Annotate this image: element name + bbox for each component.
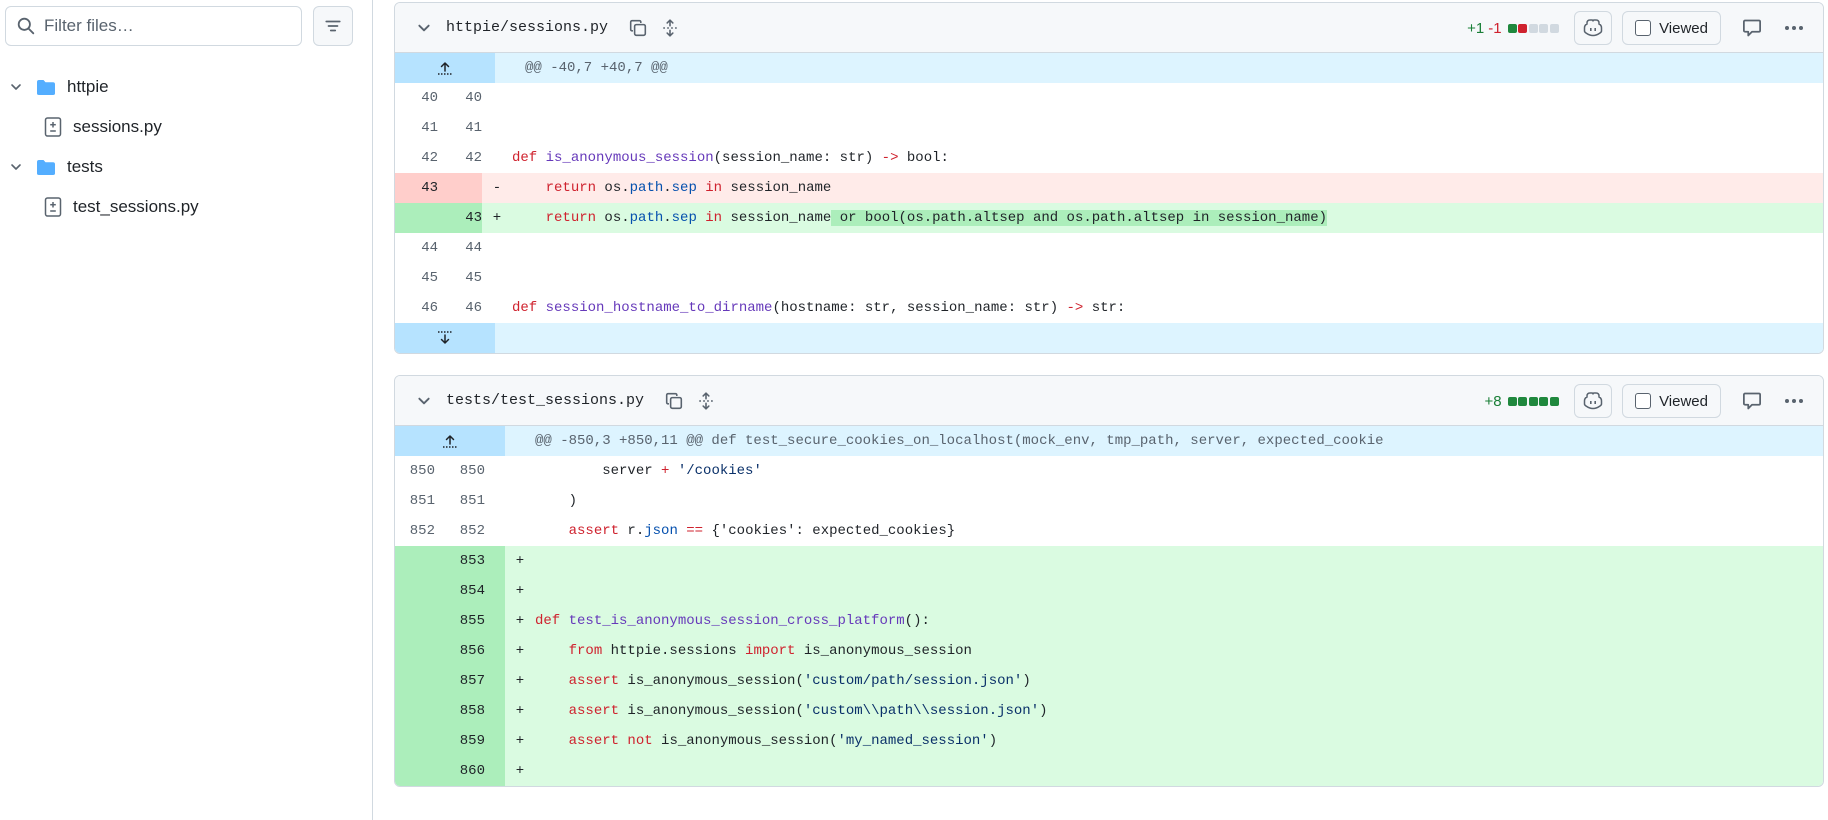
diff-line-added: 857 + assert is_anonymous_session('custo… [395, 666, 1823, 696]
diff-line-added: 43 + return os.path.sep in session_name … [395, 203, 1823, 233]
filter-options-button[interactable] [313, 6, 353, 46]
code-text: return os.path.sep in session_name or bo… [545, 210, 1327, 226]
copilot-button[interactable] [1574, 384, 1613, 418]
file-diff-sessions: httpie/sessions.py +1 -1 Viewed @@ -40,7… [394, 2, 1824, 354]
deletions-count: -1 [1488, 19, 1502, 37]
filter-icon [325, 20, 341, 32]
file-header-actions: +8 Viewed [1484, 376, 1823, 426]
additions-count: +1 [1467, 19, 1485, 37]
copy-icon[interactable] [660, 387, 688, 415]
comment-icon[interactable] [1735, 384, 1769, 418]
viewed-label: Viewed [1659, 19, 1708, 37]
collapse-chevron-icon[interactable] [412, 389, 436, 413]
folder-icon [36, 79, 56, 96]
code-text: assert is_anonymous_session('custom\\pat… [568, 703, 1048, 719]
diff-stat-blocks [1507, 396, 1561, 406]
code-text: def test_is_anonymous_session_cross_plat… [535, 613, 930, 629]
code-text: assert is_anonymous_session('custom/path… [568, 673, 1031, 689]
file-diff-icon [44, 197, 62, 217]
diff-line: 41 41 [421, 120, 482, 136]
tree-folder-httpie[interactable]: httpie [8, 70, 109, 104]
viewed-toggle[interactable]: Viewed [1622, 384, 1721, 418]
diff-line-added: 860 + [395, 756, 1823, 786]
code-text: ) [535, 493, 578, 509]
file-tree-sidebar: httpie sessions.py tests test_sessions.p… [0, 0, 373, 820]
diff-stat: +1 -1 [1467, 20, 1560, 37]
code-text: assert not is_anonymous_session('my_name… [568, 733, 998, 749]
code-text: assert r.json == {'cookies': expected_co… [568, 523, 956, 539]
diff-view: httpie sessions.py tests test_sessions.p… [0, 0, 1828, 820]
copilot-icon [1583, 19, 1603, 37]
file-header: tests/test_sessions.py +8 Viewed [395, 376, 1823, 426]
expand-footer-row [395, 323, 1823, 353]
diff-line-added: 855 + def test_is_anonymous_session_cros… [395, 606, 1823, 636]
expand-down-icon[interactable] [395, 323, 495, 353]
comment-icon[interactable] [1735, 11, 1769, 45]
search-icon [17, 17, 35, 35]
tree-item-label: httpie [67, 77, 109, 96]
viewed-label: Viewed [1659, 392, 1708, 410]
diff-line-added: 858 + assert is_anonymous_session('custo… [395, 696, 1823, 726]
diff-line-added: 854 + [395, 576, 1823, 606]
additions-count: +8 [1484, 392, 1502, 410]
hunk-header-text: @@ -40,7 +40,7 @@ [525, 60, 668, 76]
tree-item-label: tests [67, 157, 103, 176]
file-header: httpie/sessions.py +1 -1 Viewed [395, 3, 1823, 53]
diff-line-added: 859 + assert not is_anonymous_session('m… [395, 726, 1823, 756]
hunk-header-row: @@ -850,3 +850,11 @@ def test_secure_coo… [395, 426, 1823, 456]
diff-line: 42 42 def is_anonymous_session(session_na… [395, 143, 1823, 173]
inline-addition: or bool(os.path.altsep and os.path.altse… [831, 210, 1327, 226]
tree-folder-tests[interactable]: tests [8, 150, 103, 184]
diff-line-added: 853 + [395, 546, 1823, 576]
diff-line-added: 856 + from httpie.sessions import is_ano… [395, 636, 1823, 666]
file-header-actions: +1 -1 Viewed [1467, 3, 1823, 53]
filter-files-input[interactable] [44, 16, 284, 36]
diff-line: 850 850 server + '/cookies' [395, 456, 1823, 486]
copilot-icon [1583, 392, 1603, 410]
file-path[interactable]: tests/test_sessions.py [446, 392, 644, 409]
tree-item-label: sessions.py [73, 117, 162, 136]
file-path[interactable]: httpie/sessions.py [446, 19, 608, 36]
tree-file-sessions[interactable]: sessions.py [44, 110, 162, 144]
viewed-checkbox[interactable] [1635, 393, 1652, 409]
chevron-down-icon[interactable] [8, 81, 24, 93]
more-options-icon[interactable] [1777, 11, 1811, 45]
hunk-header-text: @@ -850,3 +850,11 @@ def test_secure_coo… [535, 433, 1384, 449]
code-text: def session_hostname_to_dirname(hostname… [512, 300, 1126, 316]
more-options-icon[interactable] [1777, 384, 1811, 418]
code-text: server + '/cookies' [602, 463, 762, 479]
diff-line: 46 46 def session_hostname_to_dirname(hos… [395, 293, 1823, 323]
collapse-chevron-icon[interactable] [412, 16, 436, 40]
diff-stat: +8 [1484, 393, 1560, 410]
expand-all-icon[interactable] [656, 14, 684, 42]
tree-item-label: test_sessions.py [73, 197, 199, 216]
diff-line: 45 45 [421, 270, 482, 286]
code-text: return os.path.sep in session_name [545, 180, 832, 196]
diff-line: 852 852 assert r.json == {'cookies': expe… [395, 516, 1823, 546]
viewed-checkbox[interactable] [1635, 20, 1652, 36]
diff-line: 851 851 ) [395, 486, 1823, 516]
folder-icon [36, 159, 56, 176]
hunk-header-row: @@ -40,7 +40,7 @@ [395, 53, 1823, 83]
expand-all-icon[interactable] [692, 387, 720, 415]
viewed-toggle[interactable]: Viewed [1622, 11, 1721, 45]
code-text: def is_anonymous_session(session_name: s… [512, 150, 949, 166]
chevron-down-icon[interactable] [8, 161, 24, 173]
file-diff-icon [44, 117, 62, 137]
file-diff-test-sessions: tests/test_sessions.py +8 Viewed @@ -850… [394, 375, 1824, 787]
expand-up-icon[interactable] [395, 53, 495, 83]
copy-icon[interactable] [624, 14, 652, 42]
filter-files-box[interactable] [5, 6, 302, 46]
diff-line-deleted: 43 - return os.path.sep in session_name [395, 173, 1823, 203]
tree-file-test-sessions[interactable]: test_sessions.py [44, 190, 199, 224]
diff-stat-blocks [1507, 23, 1561, 33]
expand-up-icon[interactable] [395, 426, 505, 456]
diff-line: 40 40 [421, 90, 482, 106]
copilot-button[interactable] [1574, 11, 1613, 45]
diff-line: 44 44 [421, 240, 482, 256]
code-text: from httpie.sessions import is_anonymous… [568, 643, 972, 659]
